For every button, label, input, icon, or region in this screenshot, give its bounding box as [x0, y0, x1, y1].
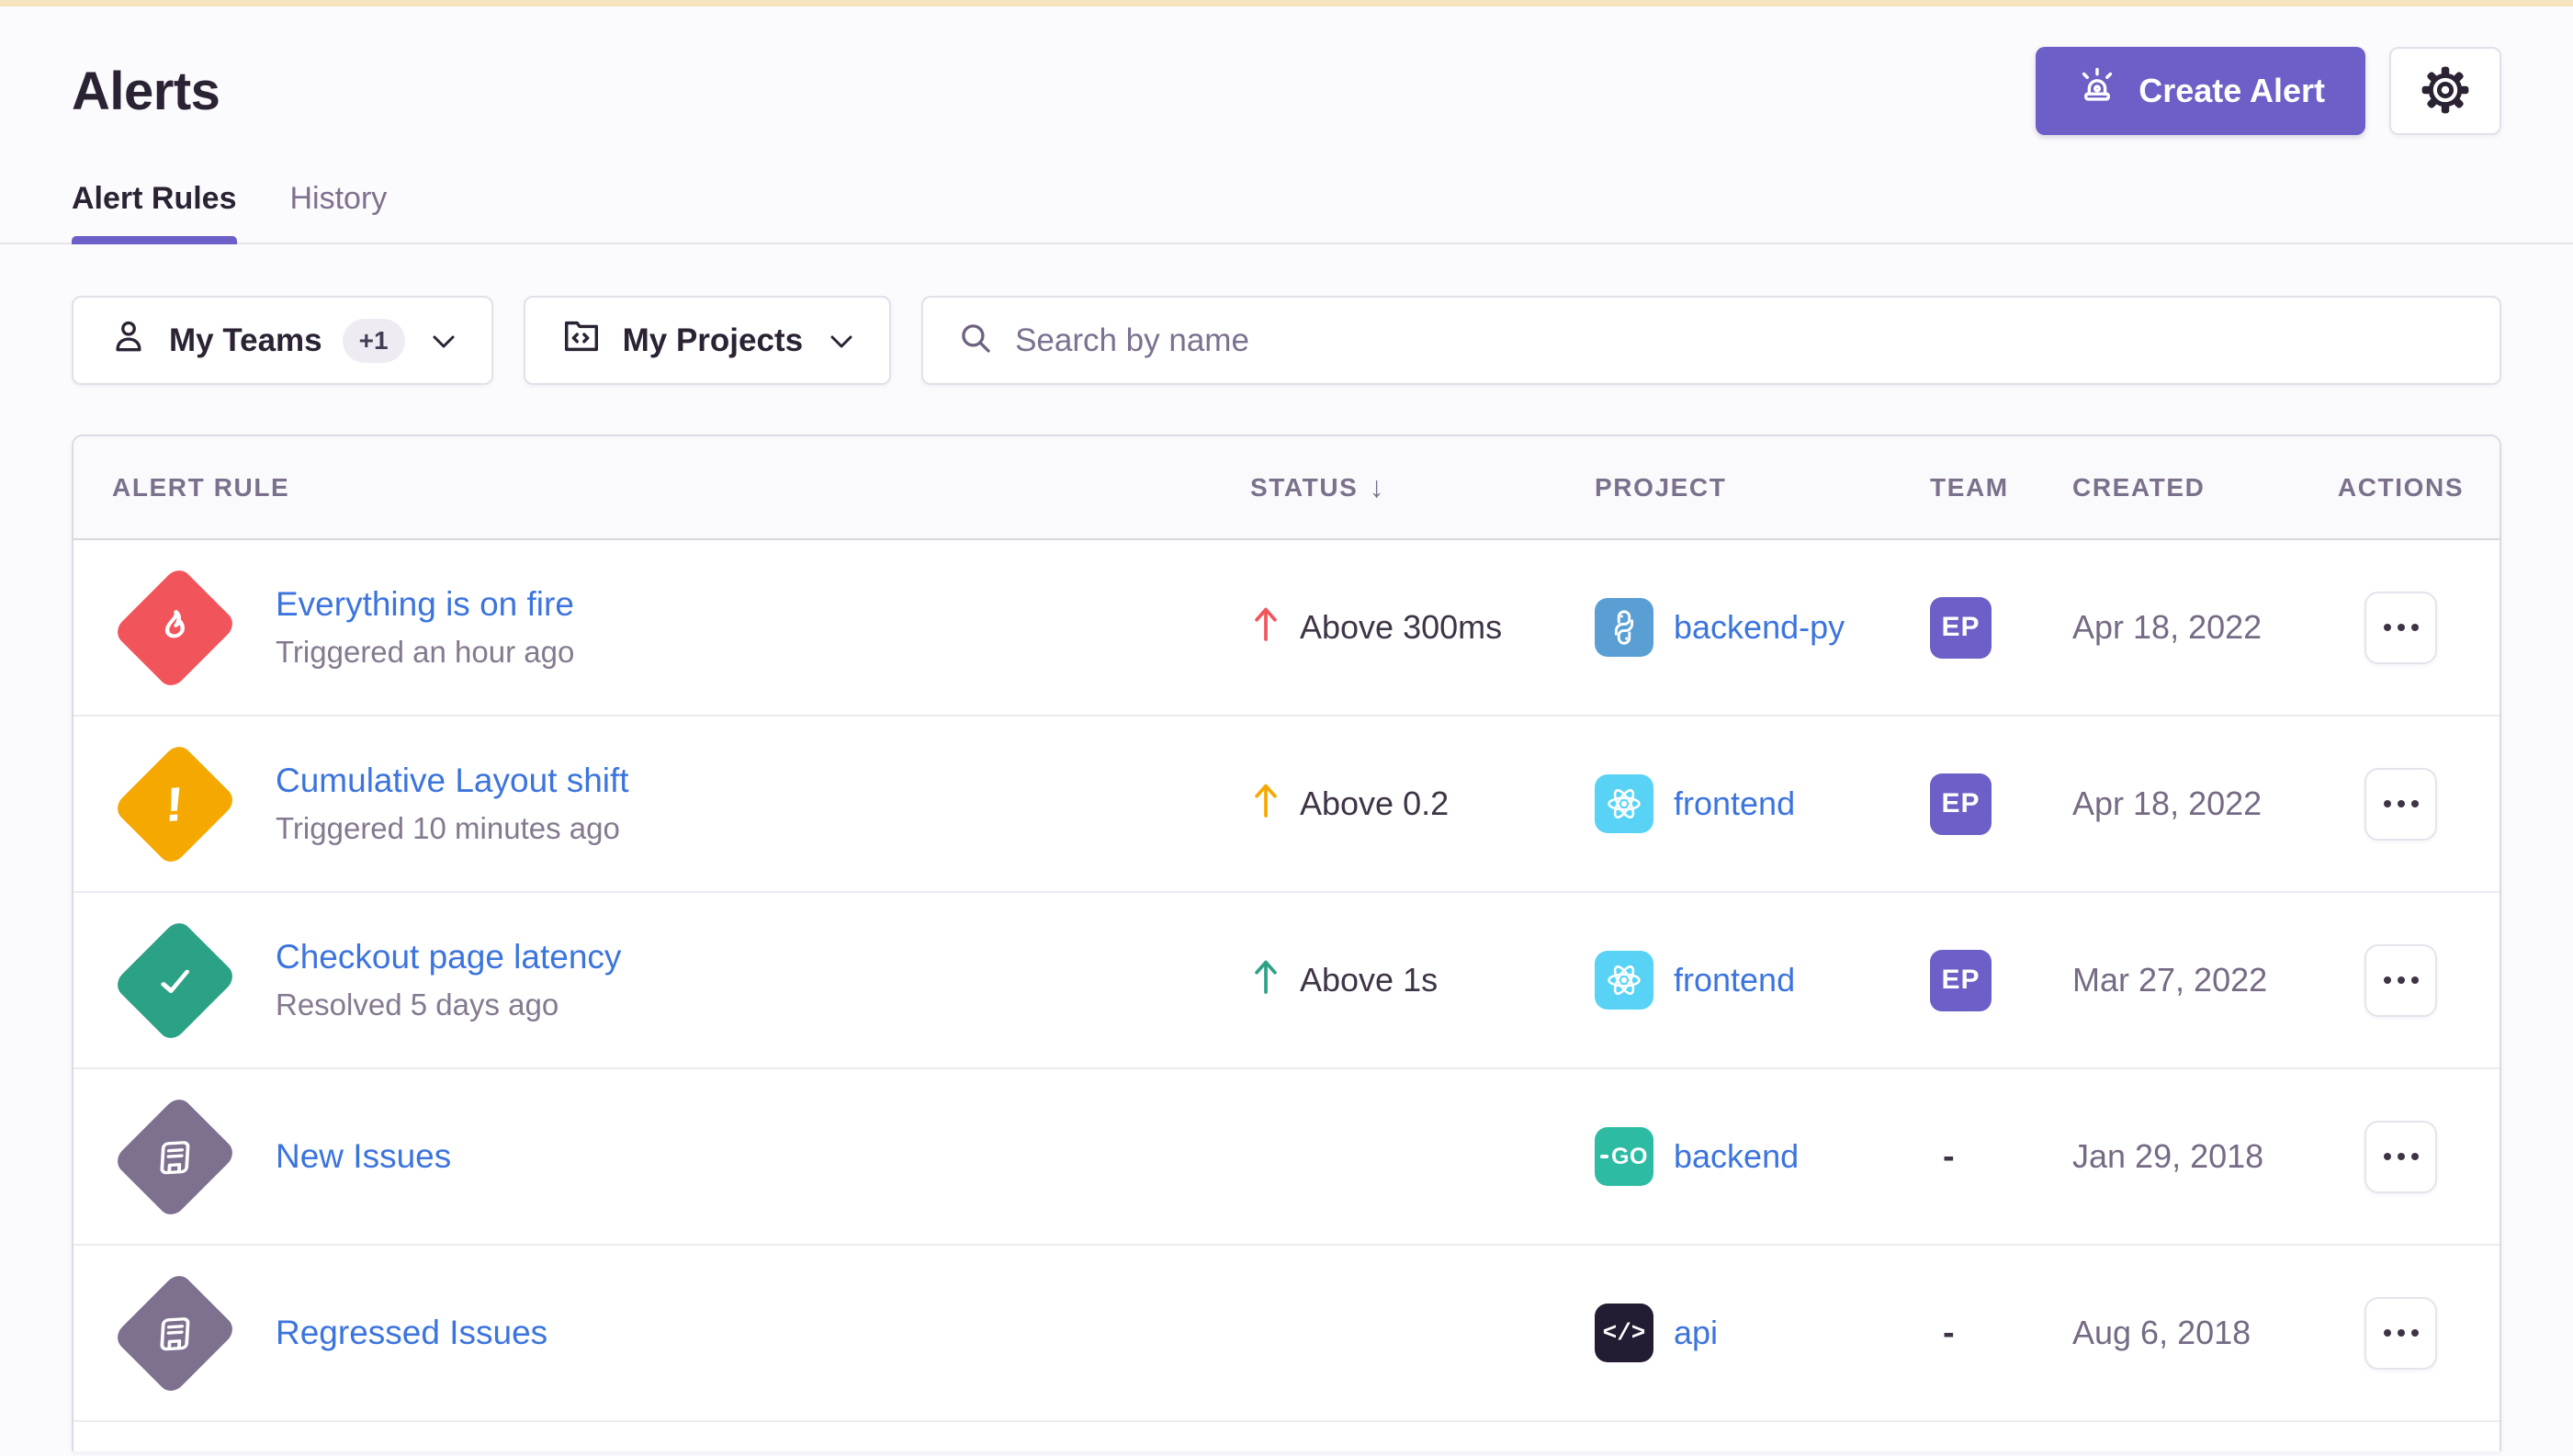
- table-row-cutoff: [73, 1422, 2500, 1451]
- top-accent-strip: [0, 0, 2573, 6]
- team-none: -: [1930, 1314, 1955, 1353]
- team-none: -: [1930, 1137, 1955, 1177]
- alert-rule-link[interactable]: Checkout page latency: [276, 938, 621, 976]
- alert-rule-link[interactable]: Everything is on fire: [276, 585, 574, 624]
- search-container: [921, 296, 2501, 385]
- my-projects-label: My Projects: [623, 322, 803, 359]
- alert-rule-link[interactable]: New Issues: [276, 1137, 451, 1176]
- code-icon: </>: [1595, 1304, 1653, 1362]
- react-icon: [1595, 951, 1653, 1010]
- row-actions-button[interactable]: [2364, 944, 2437, 1017]
- row-actions-button[interactable]: [2364, 768, 2437, 841]
- create-alert-button[interactable]: Create Alert: [2036, 47, 2365, 135]
- table-row: Checkout page latency Resolved 5 days ag…: [73, 893, 2500, 1069]
- tab-alert-rules[interactable]: Alert Rules: [72, 181, 237, 243]
- table-row: Regressed Issues </> api - Aug 6, 2018: [73, 1246, 2500, 1422]
- table-row: ! Cumulative Layout shift Triggered 10 m…: [73, 717, 2500, 893]
- project-link[interactable]: backend: [1674, 1137, 1799, 1176]
- trend-up-icon: [1250, 955, 1281, 1006]
- status-text: Above 1s: [1300, 961, 1438, 999]
- team-avatar[interactable]: EP: [1930, 950, 1992, 1011]
- col-team: TEAM: [1893, 473, 2036, 502]
- teams-extra-badge: +1: [343, 319, 405, 363]
- created-date: Apr 18, 2022: [2036, 608, 2302, 647]
- alert-rule-link[interactable]: Regressed Issues: [276, 1314, 547, 1352]
- created-date: Apr 18, 2022: [2036, 784, 2302, 823]
- alert-rule-subtext: Resolved 5 days ago: [276, 988, 621, 1022]
- search-input[interactable]: [1015, 322, 2466, 359]
- react-icon: [1595, 774, 1653, 833]
- issues-icon: [105, 1087, 244, 1226]
- created-date: Aug 6, 2018: [2036, 1314, 2302, 1352]
- person-icon: [108, 316, 149, 365]
- project-link[interactable]: api: [1674, 1314, 1718, 1352]
- col-created: CREATED: [2036, 473, 2302, 502]
- tab-bar: Alert Rules History: [0, 181, 2573, 244]
- status-text: Above 0.2: [1300, 784, 1449, 823]
- col-actions: ACTIONS: [2302, 473, 2500, 502]
- gear-icon: [2419, 63, 2472, 119]
- my-teams-label: My Teams: [169, 322, 322, 359]
- fire-critical-icon: [105, 558, 244, 697]
- create-alert-label: Create Alert: [2139, 72, 2325, 110]
- go-icon: GO: [1595, 1127, 1653, 1186]
- alert-rule-subtext: Triggered 10 minutes ago: [276, 811, 629, 846]
- project-link[interactable]: backend-py: [1674, 608, 1845, 647]
- project-link[interactable]: frontend: [1674, 784, 1795, 823]
- alert-rule-link[interactable]: Cumulative Layout shift: [276, 762, 629, 800]
- my-teams-filter[interactable]: My Teams +1: [72, 296, 493, 385]
- trend-up-icon: [1250, 603, 1281, 653]
- alert-rules-table: ALERT RULE STATUS ↓ PROJECT TEAM CREATED…: [72, 435, 2501, 1451]
- col-project: PROJECT: [1558, 473, 1893, 502]
- settings-button[interactable]: [2389, 47, 2501, 135]
- table-row: New Issues GO backend - Jan 29, 2018: [73, 1069, 2500, 1246]
- created-date: Mar 27, 2022: [2036, 961, 2302, 999]
- table-row: Everything is on fire Triggered an hour …: [73, 540, 2500, 717]
- col-status-sort[interactable]: STATUS ↓: [1213, 470, 1558, 504]
- issues-icon: [105, 1263, 244, 1403]
- table-header-row: ALERT RULE STATUS ↓ PROJECT TEAM CREATED…: [73, 436, 2500, 540]
- search-icon: [956, 319, 995, 362]
- team-avatar[interactable]: EP: [1930, 773, 1992, 835]
- folder-code-icon: [560, 315, 603, 366]
- chevron-down-icon: [431, 322, 457, 359]
- chevron-down-icon: [829, 322, 854, 359]
- project-link[interactable]: frontend: [1674, 961, 1795, 999]
- status-text: Above 300ms: [1300, 608, 1502, 647]
- row-actions-button[interactable]: [2364, 1121, 2437, 1193]
- page-header: Alerts Create Alert: [72, 47, 2501, 135]
- col-alert-rule: ALERT RULE: [73, 473, 1213, 502]
- python-icon: [1595, 598, 1653, 657]
- siren-icon: [2076, 66, 2118, 117]
- warning-icon: !: [105, 734, 244, 874]
- alert-rule-subtext: Triggered an hour ago: [276, 635, 574, 670]
- sort-desc-icon: ↓: [1369, 470, 1385, 504]
- team-avatar[interactable]: EP: [1930, 597, 1992, 659]
- trend-up-icon: [1250, 779, 1281, 830]
- page-title: Alerts: [72, 61, 220, 122]
- row-actions-button[interactable]: [2364, 1297, 2437, 1370]
- resolved-check-icon: [105, 910, 244, 1050]
- created-date: Jan 29, 2018: [2036, 1137, 2302, 1176]
- my-projects-filter[interactable]: My Projects: [524, 296, 891, 385]
- filter-bar: My Teams +1 My Projects: [72, 296, 2501, 385]
- row-actions-button[interactable]: [2364, 592, 2437, 664]
- tab-history[interactable]: History: [290, 181, 388, 243]
